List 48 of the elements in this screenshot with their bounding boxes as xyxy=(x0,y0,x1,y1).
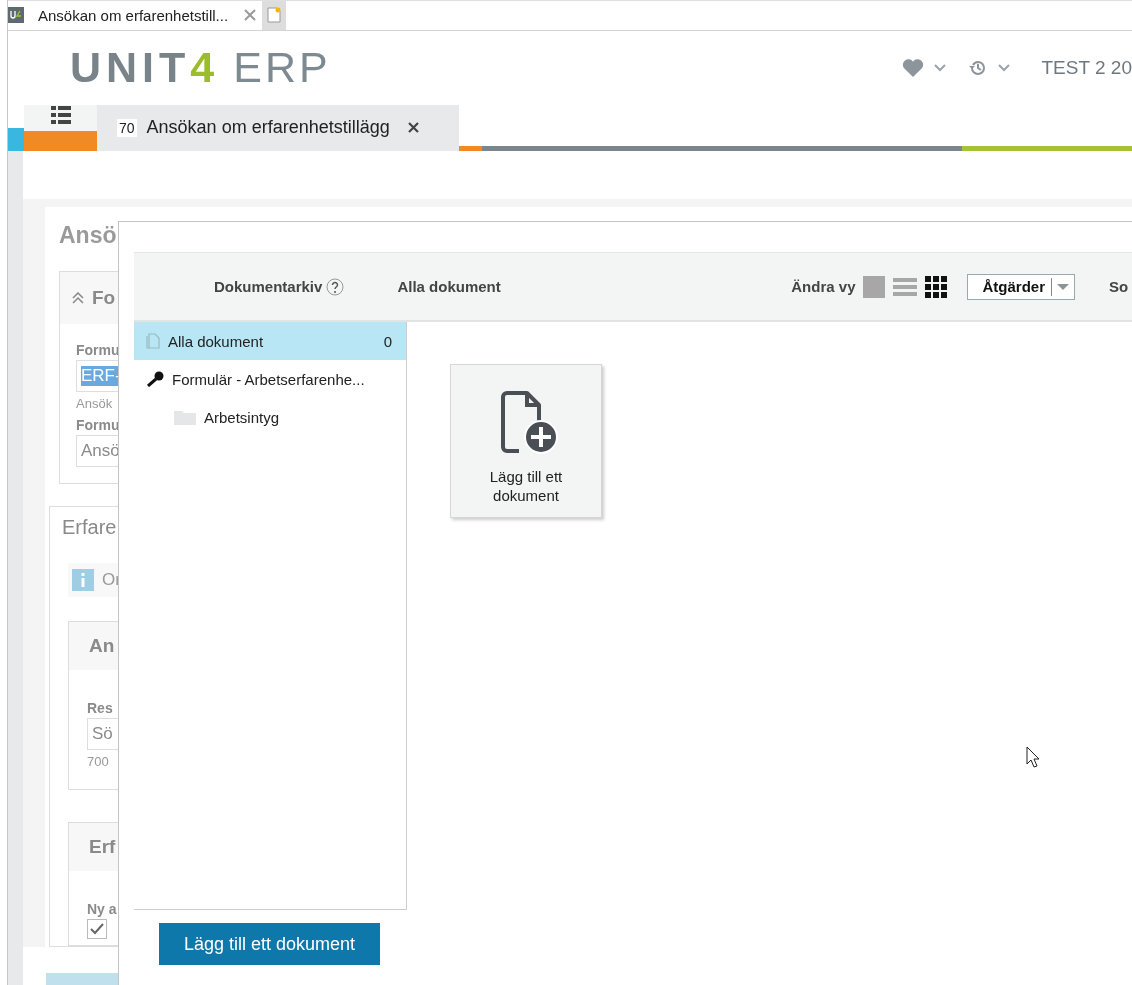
field-label: Formu xyxy=(76,342,120,358)
section-title: Fo xyxy=(92,287,116,309)
field-hint: Ansök xyxy=(76,396,113,411)
document-count: 0 xyxy=(383,332,392,350)
field-hint: 700 xyxy=(87,754,109,769)
tree-item[interactable]: Alla dokument 0 xyxy=(134,322,406,360)
dialog-title: Dokumentarkiv xyxy=(214,277,345,296)
user-name[interactable]: TEST 2 20 xyxy=(1041,56,1132,79)
group-title: Erf xyxy=(89,836,116,858)
breadcrumb: Alla dokument xyxy=(397,278,501,295)
checkbox[interactable] xyxy=(87,919,107,939)
mouse-pointer-icon xyxy=(1026,746,1040,768)
grid-view-icon[interactable] xyxy=(925,275,948,298)
field-label: Ny a xyxy=(87,901,117,917)
new-page-icon xyxy=(267,7,282,24)
browser-tab-title[interactable]: Ansökan om erfarenhetstill... xyxy=(38,6,229,24)
field-label: Formu xyxy=(76,417,120,433)
logo: UNIT4 ERP xyxy=(70,43,331,93)
folder-icon xyxy=(174,409,196,425)
documents-icon xyxy=(146,333,160,349)
close-icon[interactable] xyxy=(407,122,419,134)
field-label: Res xyxy=(87,700,113,716)
key-icon xyxy=(146,371,164,387)
tree-item[interactable]: Formulär - Arbetserfarenhe... xyxy=(134,360,406,398)
sort-label: So xyxy=(1109,278,1130,295)
chevron-icon xyxy=(933,63,946,72)
caret-icon xyxy=(1056,282,1070,291)
view-label: Ändra vy xyxy=(791,278,856,295)
tree-item[interactable]: Arbetsintyg xyxy=(134,398,406,436)
info-icon xyxy=(72,569,94,591)
menu-button[interactable] xyxy=(24,104,97,131)
add-document-tile[interactable]: Lägg till ett dokument xyxy=(450,364,602,518)
help-icon[interactable] xyxy=(326,277,345,296)
new-tab-button[interactable] xyxy=(262,1,287,30)
collapse-icon[interactable] xyxy=(72,292,84,304)
group-title: An xyxy=(89,635,115,657)
menu-icon xyxy=(50,105,71,124)
info-text: Or xyxy=(102,570,121,590)
list-view-icon[interactable] xyxy=(893,275,918,298)
chevron-icon xyxy=(997,63,1010,72)
form-title: Ansö xyxy=(59,222,117,249)
document-tab[interactable]: 70 Ansökan om erfarenhetstillägg xyxy=(97,104,459,151)
section-title: Erfare xyxy=(62,515,117,539)
heart-icon xyxy=(901,57,924,78)
actions-dropdown[interactable]: Åtgärder xyxy=(967,273,1075,300)
single-view-icon[interactable] xyxy=(863,275,886,298)
add-document-button[interactable]: Lägg till ett dokument xyxy=(159,923,380,965)
favorites-button[interactable] xyxy=(901,57,946,78)
